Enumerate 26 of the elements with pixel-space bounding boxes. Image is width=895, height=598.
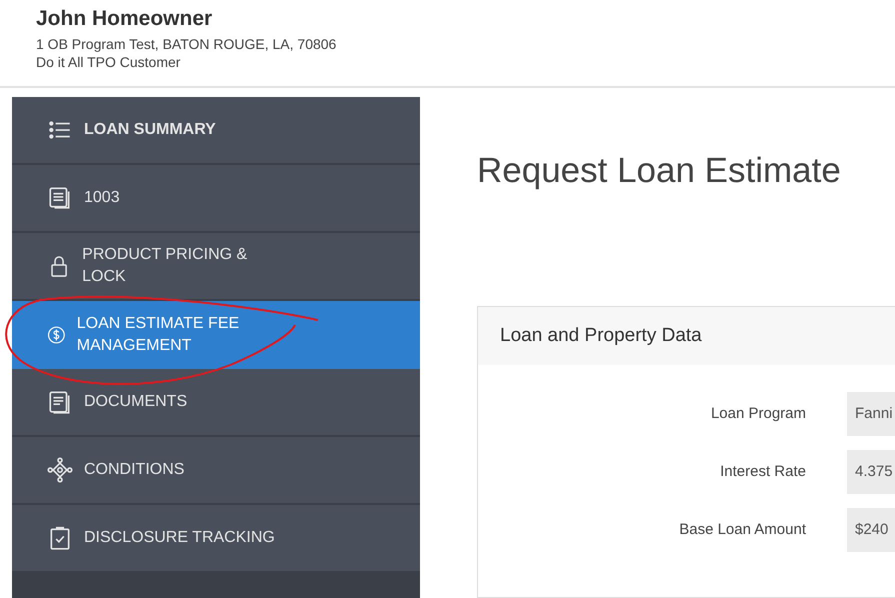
network-icon (47, 457, 73, 483)
sidebar-item-label: LOAN SUMMARY (84, 120, 216, 140)
page-title: Request Loan Estimate (477, 150, 842, 192)
sidebar-item[interactable]: CONDITIONS (12, 437, 420, 505)
sidebar-item-label: DOCUMENTS (84, 392, 188, 412)
sidebar-item[interactable]: DISCLOSURE TRACKING (12, 505, 420, 573)
field-label: Loan Program (710, 404, 806, 424)
sidebar-item-label: CONDITIONS (84, 460, 184, 480)
sidebar-item-label: 1003 (84, 188, 120, 208)
sidebar-item-label: DISCLOSURE TRACKING (84, 528, 275, 548)
field-value[interactable]: Fanni (847, 392, 895, 436)
sidebar-item[interactable]: PRODUCT PRICING & LOCK (12, 233, 420, 301)
sidebar-item[interactable]: LOAN ESTIMATE FEE MANAGEMENT (12, 301, 420, 369)
customer-type: Do it All TPO Customer (36, 53, 182, 71)
customer-address: 1 OB Program Test, BATON ROUGE, LA, 70806 (36, 35, 338, 53)
sidebar-item[interactable]: DOCUMENTS (12, 369, 420, 437)
sidebar-item[interactable]: LOAN SUMMARY (12, 97, 420, 165)
customer-name: John Homeowner (36, 6, 214, 32)
field-value[interactable]: 4.375 (847, 450, 895, 494)
sidebar-item-label: PRODUCT PRICING & LOCK (82, 245, 248, 287)
field-value[interactable]: $240 (847, 508, 895, 552)
field-label: Base Loan Amount (678, 520, 806, 540)
card-title: Loan and Property Data (478, 307, 895, 365)
sidebar-item-label: LOAN ESTIMATE FEE MANAGEMENT (76, 314, 240, 356)
sidebar-item[interactable]: 1003 (12, 165, 420, 233)
field-label: Interest Rate (719, 462, 806, 482)
